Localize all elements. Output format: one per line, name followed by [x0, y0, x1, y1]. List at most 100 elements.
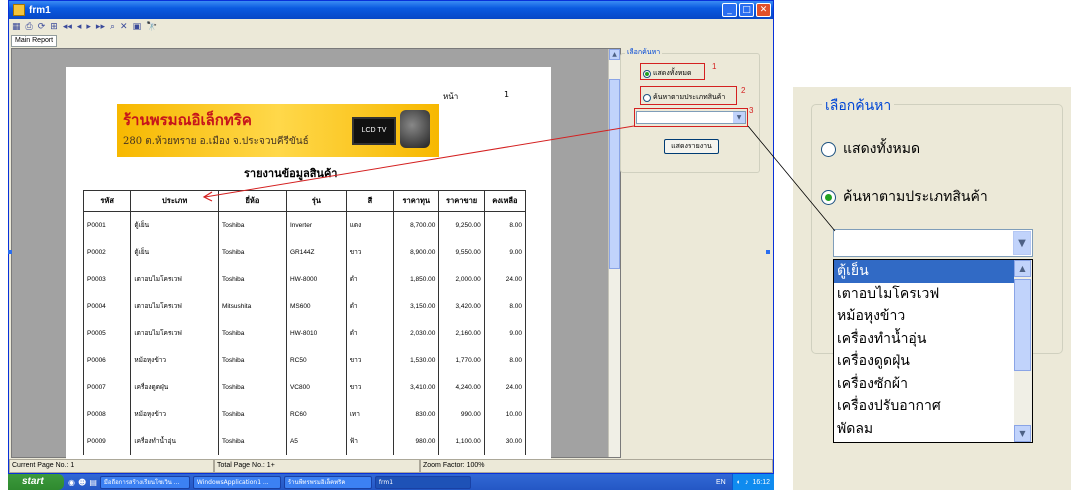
table-cell: Toshiba — [217, 211, 287, 239]
table-cell: 2,160.00 — [438, 319, 485, 347]
table-cell: เตาอบไมโครเวฟ — [130, 265, 219, 293]
table-cell: Toshiba — [217, 400, 287, 428]
table-cell: ขาว — [345, 346, 395, 374]
dropdown-item[interactable]: เครื่องดูดฝุ่น — [834, 350, 1032, 373]
export-icon[interactable]: ▦ — [12, 21, 21, 33]
table-cell: RC50 — [285, 346, 347, 374]
close-button[interactable]: ✕ — [756, 3, 771, 17]
refresh-icon[interactable]: ⟳ — [38, 21, 46, 33]
report-viewer[interactable]: หน้า 1 ร้านพรมณอิเล็กทริค 280 ต.ห้วยทราย… — [11, 48, 621, 459]
current-page-status: Current Page No.: 1 — [9, 459, 214, 473]
table-cell: แดง — [345, 211, 395, 239]
table-cell: 8,900.00 — [393, 238, 440, 266]
dropdown-item[interactable]: ตู้เย็น — [834, 260, 1032, 283]
minimize-button[interactable]: _ — [722, 3, 737, 17]
print-icon[interactable]: ⎙ — [26, 21, 33, 33]
taskbar-item[interactable]: มือถือการสร้างเรียนโซเวิน ... — [99, 475, 190, 489]
volume-icon[interactable]: ♪ — [745, 479, 749, 486]
table-cell: RC60 — [285, 400, 347, 428]
title-bar[interactable]: frm1 _ □ ✕ — [9, 1, 773, 19]
group-tree-icon[interactable]: ⊞ — [50, 21, 58, 33]
scroll-down-icon[interactable]: ▼ — [1014, 425, 1031, 442]
table-row: P0002 ตู้เย็น Toshiba GR144Z ขาว 8,900.00 9,55… — [82, 238, 527, 266]
dropdown-scrollbar[interactable]: ▲ ▼ — [1014, 260, 1032, 442]
callout-box-2 — [640, 86, 737, 105]
table-cell: 30.00 — [483, 427, 527, 455]
table-cell: 8,700.00 — [393, 211, 440, 239]
view-icon[interactable]: ▣ — [133, 21, 142, 33]
dropdown-item[interactable]: เครื่องทำน้ำอุ่น — [834, 328, 1032, 351]
clock: 16:12 — [752, 478, 770, 486]
zoom-radio-search-by-type[interactable]: ค้นหาตามประเภทสินค้า — [821, 186, 988, 208]
camera-image — [400, 110, 430, 148]
table-cell: P0001 — [82, 211, 132, 239]
dropdown-item[interactable]: หม้อหุงข้าว — [834, 305, 1032, 328]
shop-address: 280 ต.ห้วยทราย อ.เมือง จ.ประจวบคีรีขันธ์ — [123, 136, 309, 147]
table-cell: 9,250.00 — [438, 211, 485, 239]
prev-page-icon[interactable]: ◂ — [77, 21, 82, 33]
stop-icon[interactable]: ✕ — [120, 21, 128, 33]
col-header: รุ่น — [285, 190, 347, 212]
viewer-scrollbar[interactable]: ▲ — [608, 49, 620, 457]
table-cell: ดำ — [345, 292, 395, 320]
goto-page-icon[interactable]: ⌕ — [110, 21, 115, 33]
taskbar-item[interactable]: ร้านพีทรพรมอิเล็คทริค — [283, 475, 372, 489]
resize-handle[interactable] — [8, 250, 12, 254]
col-header: สี — [345, 190, 395, 212]
scroll-up-icon[interactable]: ▲ — [1014, 260, 1031, 277]
dropdown-item[interactable]: เครื่องซักผ้า — [834, 373, 1032, 396]
table-cell: 3,410.00 — [393, 373, 440, 401]
next-page-icon[interactable]: ▸ — [86, 21, 91, 33]
chevron-down-icon[interactable]: ▼ — [1013, 231, 1031, 255]
table-cell: 3,420.00 — [438, 292, 485, 320]
table-header: รหัส ประเภท ยี่ห้อ รุ่น สี ราคาทุน ราคาข… — [82, 190, 527, 212]
desktop-icon[interactable]: ▤ — [89, 478, 97, 487]
col-header: ประเภท — [130, 190, 219, 212]
col-header: ราคาขาย — [438, 190, 485, 212]
table-cell: 2,000.00 — [438, 265, 485, 293]
messenger-icon[interactable]: ☻ — [78, 478, 86, 487]
last-page-icon[interactable]: ▸▸ — [96, 21, 105, 33]
col-header: รหัส — [82, 190, 132, 212]
start-button[interactable]: start — [8, 474, 64, 490]
first-page-icon[interactable]: ◂◂ — [63, 21, 72, 33]
network-icon[interactable]: ◐ — [737, 479, 741, 486]
show-report-button[interactable]: แสดงรายงาน — [664, 139, 719, 154]
zoom-radio-show-all[interactable]: แสดงทั้งหมด — [821, 138, 920, 160]
report-title: รายงานข้อมูลสินค้า — [244, 167, 338, 180]
dropdown-item[interactable]: พัดลม — [834, 418, 1032, 441]
resize-handle[interactable] — [766, 250, 770, 254]
table-cell: P0009 — [82, 427, 132, 455]
table-cell: 2,030.00 — [393, 319, 440, 347]
callout-number-2: 2 — [741, 86, 746, 95]
scroll-up-icon[interactable]: ▲ — [609, 49, 620, 60]
table-cell: GR144Z — [285, 238, 347, 266]
total-page-status: Total Page No.: 1+ — [214, 459, 420, 473]
quick-launch: ◉ ☻ ▤ — [68, 478, 97, 487]
table-cell: P0005 — [82, 319, 132, 347]
table-row: P0007 เครื่องดูดฝุ่น Toshiba VC800 ขาว 3,410.… — [82, 373, 527, 401]
search-icon[interactable]: 🔭 — [146, 21, 157, 33]
zoom-panel: เลือกค้นหา แสดงทั้งหมด ค้นหาตามประเภทสิน… — [793, 87, 1071, 490]
firefox-icon[interactable]: ◉ — [68, 478, 75, 487]
table-cell: 830.00 — [393, 400, 440, 428]
scroll-thumb[interactable] — [1014, 279, 1031, 371]
dropdown-item[interactable]: เครื่องปรับอากาศ — [834, 395, 1032, 418]
dropdown-item[interactable]: เตาอบไมโครเวฟ — [834, 283, 1032, 306]
col-header: คงเหลือ — [483, 190, 527, 212]
table-cell: Toshiba — [217, 427, 287, 455]
table-cell: 8.00 — [483, 292, 527, 320]
table-cell: 4,240.00 — [438, 373, 485, 401]
scroll-thumb[interactable] — [609, 79, 620, 269]
language-indicator[interactable]: EN — [716, 479, 726, 486]
taskbar-item-active[interactable]: frm1 — [374, 475, 471, 489]
table-cell: เตาอบไมโครเวฟ — [130, 292, 219, 320]
zoom-type-combobox[interactable]: ▼ — [833, 229, 1033, 257]
system-tray: ◐ ♪ 16:12 — [731, 474, 774, 490]
table-cell: P0003 — [82, 265, 132, 293]
table-cell: เตาอบไมโครเวฟ — [130, 319, 219, 347]
maximize-button[interactable]: □ — [739, 3, 754, 17]
tab-main-report[interactable]: Main Report — [11, 35, 58, 47]
taskbar-item[interactable]: WindowsApplication1 ... — [192, 475, 281, 489]
type-dropdown-list[interactable]: ตู้เย็น เตาอบไมโครเวฟ หม้อหุงข้าว เครื่องทำ… — [833, 259, 1033, 443]
